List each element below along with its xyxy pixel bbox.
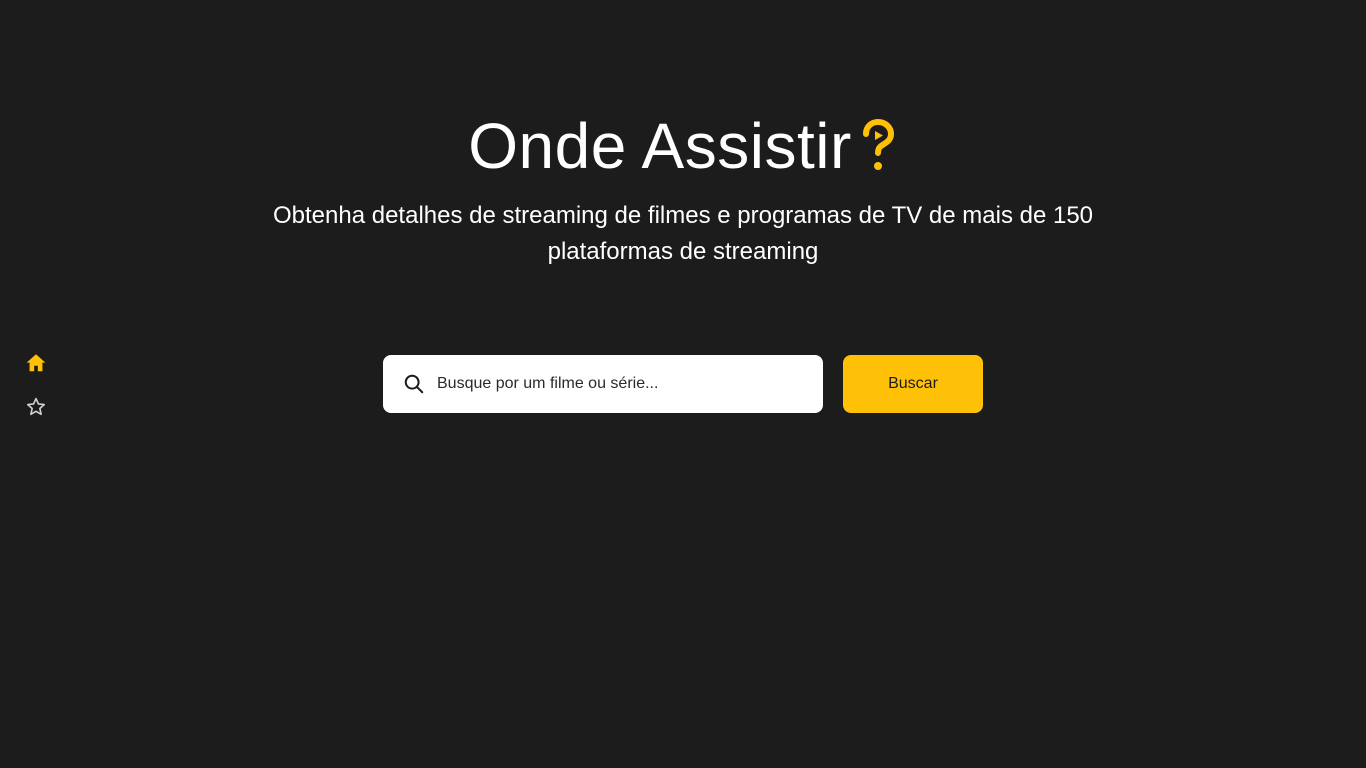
sidebar-item-home[interactable]: [24, 351, 48, 375]
hero: Onde Assistir Obtenha detalhes de stream…: [0, 108, 1366, 270]
question-mark-play-icon: [862, 118, 894, 170]
sidebar: [24, 351, 48, 419]
sidebar-item-favorites[interactable]: [24, 395, 48, 419]
search-icon: [404, 374, 424, 394]
search-button[interactable]: Buscar: [843, 355, 983, 413]
title-text: Onde Assistir: [468, 110, 852, 182]
search-field[interactable]: [383, 355, 823, 413]
search-input[interactable]: [435, 374, 809, 394]
page-subtitle: Obtenha detalhes de streaming de filmes …: [272, 202, 1094, 265]
home-icon: [26, 354, 46, 372]
search-bar: Buscar: [383, 355, 983, 413]
page-title: Onde Assistir: [468, 108, 898, 184]
star-icon: [26, 397, 46, 416]
